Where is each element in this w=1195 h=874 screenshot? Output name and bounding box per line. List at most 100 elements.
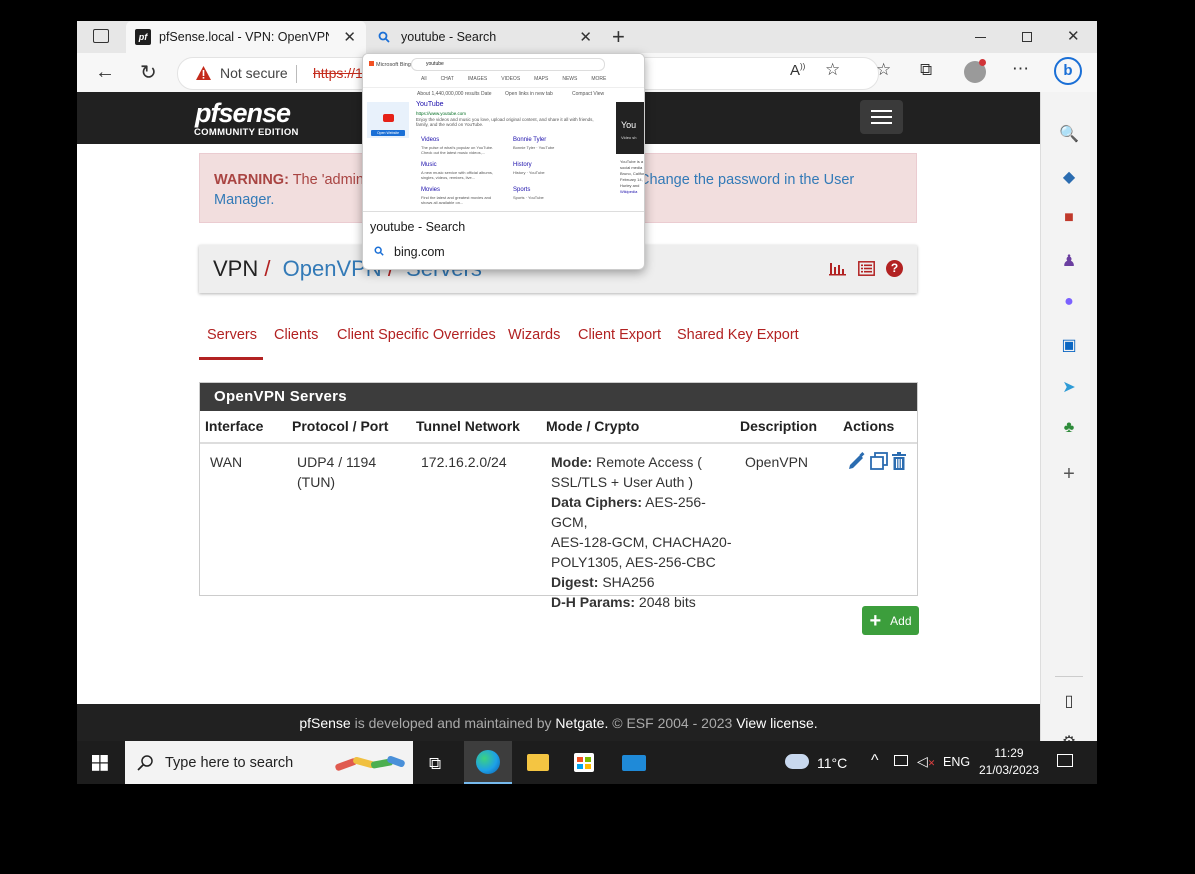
new-tab-icon[interactable]: + xyxy=(612,24,625,50)
thumb-side-card: You Video sh xyxy=(616,102,644,154)
tab-youtube-search[interactable]: youtube - Search ✕ xyxy=(366,21,602,53)
tab-wizards[interactable]: Wizards xyxy=(508,327,560,343)
cell-interface: WAN xyxy=(210,454,243,470)
weather-cloud-icon[interactable] xyxy=(785,754,809,769)
tab-bar: pf pfSense.local - VPN: OpenVPN: S ✕ you… xyxy=(77,21,1097,53)
thumb-sublink: Videos xyxy=(421,137,440,143)
add-favorite-icon[interactable]: ☆ xyxy=(825,60,840,80)
column-header: Interface xyxy=(205,418,264,434)
search-icon xyxy=(374,246,384,256)
hamburger-menu-button[interactable] xyxy=(860,100,903,134)
task-view-icon[interactable]: ⧉ xyxy=(429,754,441,774)
shopping-tag-icon[interactable]: ◆ xyxy=(1059,167,1079,187)
language-indicator[interactable]: ENG xyxy=(943,755,970,769)
clock[interactable]: 11:29 21/03/2023 xyxy=(977,745,1041,779)
help-icon[interactable]: ? xyxy=(886,260,903,277)
footer-copyright: © ESF 2004 - 2023 xyxy=(608,714,737,731)
thumb-filters: All CHAT IMAGES VIDEOS MAPS NEWS MORE xyxy=(421,76,607,82)
tab-pfsense[interactable]: pf pfSense.local - VPN: OpenVPN: S ✕ xyxy=(126,21,366,53)
thumb-sublink: Bonnie Tyler xyxy=(513,137,547,143)
notifications-icon[interactable] xyxy=(1057,754,1073,767)
url-text[interactable]: https://1 xyxy=(313,65,363,81)
restore-icon[interactable] xyxy=(1022,32,1032,42)
file-explorer-icon[interactable] xyxy=(527,754,549,771)
collections-icon[interactable]: ⧉ xyxy=(920,60,932,80)
search-icon xyxy=(137,755,153,771)
microsoft-store-icon[interactable] xyxy=(574,753,594,772)
weather-temperature[interactable]: 11°C xyxy=(817,755,847,771)
copy-icon[interactable] xyxy=(870,452,888,470)
security-status[interactable]: Not secure xyxy=(220,65,288,81)
thumb-sublink-desc: History · YouTube xyxy=(513,170,545,175)
youtube-logo-icon xyxy=(383,114,394,122)
tab-client-specific-overrides[interactable]: Client Specific Overrides xyxy=(337,327,496,343)
tab-shared-key-export[interactable]: Shared Key Export xyxy=(677,327,799,343)
search-highlight-crayons-icon xyxy=(334,755,406,772)
footer-brand: pfSense xyxy=(299,714,351,731)
profile-avatar[interactable] xyxy=(964,59,986,83)
hide-sidebar-icon[interactable]: ▯ xyxy=(1059,691,1079,711)
windows-start-icon[interactable] xyxy=(92,755,108,771)
show-hidden-icons-chevron-icon[interactable]: ^ xyxy=(871,752,879,770)
add-server-button[interactable]: + Add xyxy=(862,606,919,635)
favorites-icon[interactable]: ☆ xyxy=(876,60,891,80)
games-icon[interactable]: ♟ xyxy=(1059,251,1079,271)
taskbar-search-box[interactable]: Type here to search xyxy=(125,741,413,784)
trash-icon[interactable] xyxy=(891,452,907,470)
refresh-icon[interactable]: ↻ xyxy=(140,60,157,85)
mail-icon[interactable] xyxy=(622,755,646,771)
cell-tunnel-network: 172.16.2.0/24 xyxy=(421,454,507,470)
search-icon[interactable]: 🔍 xyxy=(1059,124,1079,144)
notification-dot-icon xyxy=(979,59,986,66)
close-tab-icon[interactable]: ✕ xyxy=(343,28,356,46)
preview-domain: bing.com xyxy=(394,245,445,259)
status-chart-icon[interactable] xyxy=(829,261,846,276)
outlook-icon[interactable]: ▣ xyxy=(1059,335,1079,355)
close-tab-icon[interactable]: ✕ xyxy=(579,28,592,46)
tab-actions-icon[interactable] xyxy=(93,29,109,43)
thumb-sublink-desc: Sports · YouTube xyxy=(513,195,544,200)
tree-icon[interactable]: ♣ xyxy=(1059,419,1079,439)
close-window-icon[interactable]: ✕ xyxy=(1067,27,1080,45)
change-password-link[interactable]: Change the password in the User xyxy=(639,172,854,188)
thumb-sublink-desc: A new music service with official albums… xyxy=(421,170,493,180)
tab-clients[interactable]: Clients xyxy=(274,327,318,343)
cell-protocol: UDP4 / 1194 (TUN) xyxy=(297,454,377,490)
thumb-date: Date xyxy=(481,91,492,97)
edit-pencil-icon[interactable] xyxy=(848,452,866,470)
back-icon[interactable]: ← xyxy=(95,61,115,84)
log-list-icon[interactable] xyxy=(858,261,875,276)
tab-hover-preview: Microsoft Bing youtube All CHAT IMAGES VIDE… xyxy=(362,53,645,270)
more-menu-icon[interactable]: ⋯ xyxy=(1012,59,1029,79)
microsoft365-icon[interactable]: ● xyxy=(1059,293,1079,313)
read-aloud-icon[interactable]: A)) xyxy=(790,62,805,79)
tab-client-export[interactable]: Client Export xyxy=(578,327,661,343)
thumb-result-title: YouTube xyxy=(416,101,444,108)
preview-thumbnail: Microsoft Bing youtube All CHAT IMAGES VIDE… xyxy=(363,54,644,212)
thumb-sublink-desc: Find the latest and greatest movies and … xyxy=(421,195,492,205)
user-manager-link[interactable]: Manager. xyxy=(214,192,274,208)
column-header: Mode / Crypto xyxy=(546,418,640,434)
thumb-compact: Compact View xyxy=(572,91,605,97)
send-icon[interactable]: ➤ xyxy=(1059,377,1079,397)
pfsense-logo[interactable]: pfsense xyxy=(195,98,291,129)
add-sidebar-icon[interactable]: + xyxy=(1059,463,1079,485)
volume-muted-icon[interactable]: ◁✕ xyxy=(917,753,935,770)
minimize-icon[interactable] xyxy=(975,37,986,38)
tools-icon[interactable]: ■ xyxy=(1059,209,1079,229)
netgate-link[interactable]: Netgate. xyxy=(555,715,608,731)
edge-taskbar-button[interactable] xyxy=(464,741,512,784)
thumb-sublink-desc: Bonnie Tyler · YouTube xyxy=(513,145,555,150)
header-divider xyxy=(200,442,917,444)
search-icon xyxy=(378,31,390,43)
thumb-result-desc: Enjoy the videos and music you love, upl… xyxy=(416,117,594,127)
view-license-link[interactable]: View license. xyxy=(736,715,817,731)
preview-title: youtube - Search xyxy=(370,220,466,234)
thumb-sublink-desc: The pulse of what's popular on YouTube. … xyxy=(421,145,494,155)
tab-servers[interactable]: Servers xyxy=(207,327,257,343)
network-icon[interactable] xyxy=(894,755,908,766)
bing-chat-icon[interactable]: b xyxy=(1054,57,1082,85)
column-header: Actions xyxy=(843,418,895,434)
thumb-sublink: Movies xyxy=(421,187,441,193)
warning-label: WARNING: xyxy=(214,172,289,188)
